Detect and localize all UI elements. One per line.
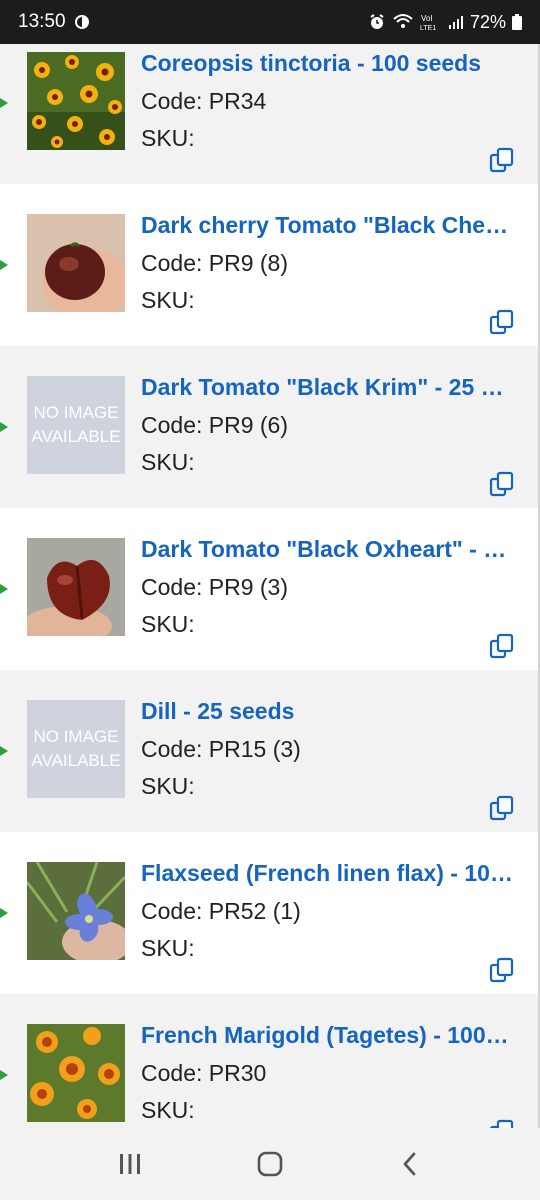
row-marker (0, 260, 8, 270)
back-icon[interactable] (380, 1134, 440, 1194)
home-icon[interactable] (240, 1134, 300, 1194)
copy-icon[interactable] (488, 632, 516, 660)
product-title[interactable]: Coreopsis tinctoria - 100 seeds (141, 50, 515, 77)
product-title[interactable]: Dark Tomato "Black Oxheart" - 25 seeds (141, 536, 515, 563)
product-row[interactable]: Flaxseed (French linen flax) - 100 seeds… (0, 832, 540, 994)
product-row[interactable]: French Marigold (Tagetes) - 100 seeds Co… (0, 994, 540, 1128)
alarm-icon (368, 13, 386, 31)
product-sku: SKU: (141, 611, 195, 637)
product-code: Code: PR34 (141, 88, 267, 114)
row-marker (0, 908, 8, 918)
volte-icon: VoI LTE1 (420, 13, 442, 31)
product-sku: SKU: (141, 935, 195, 961)
product-image-black-oxheart[interactable] (27, 538, 125, 636)
svg-text:LTE1: LTE1 (420, 25, 436, 31)
product-sku: SKU: (141, 125, 195, 151)
no-image-text: NO IMAGE (33, 727, 119, 746)
product-title[interactable]: French Marigold (Tagetes) - 100 seeds (141, 1022, 515, 1049)
product-image-flax[interactable] (27, 862, 125, 960)
product-list[interactable]: Coreopsis tinctoria - 100 seeds Code: PR… (0, 44, 540, 1128)
product-code: Code: PR52 (1) (141, 898, 301, 924)
product-row[interactable]: Coreopsis tinctoria - 100 seeds Code: PR… (0, 44, 540, 184)
recents-icon[interactable] (100, 1134, 160, 1194)
copy-icon[interactable] (488, 794, 516, 822)
product-code: Code: PR9 (6) (141, 412, 289, 438)
product-title[interactable]: Dill - 25 seeds (141, 698, 515, 725)
product-row[interactable]: NO IMAGE AVAILABLE Dill - 25 seeds Code:… (0, 670, 540, 832)
product-sku: SKU: (141, 287, 195, 313)
product-image-coreopsis[interactable] (27, 52, 125, 150)
no-image-text: NO IMAGE (33, 403, 119, 422)
row-marker (0, 422, 8, 432)
row-marker (0, 746, 8, 756)
product-title[interactable]: Dark cherry Tomato "Black Cherry" (141, 212, 515, 239)
no-image-text: AVAILABLE (31, 751, 121, 770)
row-marker (0, 1070, 8, 1080)
product-code: Code: PR9 (8) (141, 250, 289, 276)
product-row[interactable]: Dark cherry Tomato "Black Cherry" Code: … (0, 184, 540, 346)
no-image-text: AVAILABLE (31, 427, 121, 446)
product-title[interactable]: Dark Tomato "Black Krim" - 25 seeds (141, 374, 515, 401)
product-code: Code: PR30 (141, 1060, 267, 1086)
row-marker (0, 98, 8, 108)
product-sku: SKU: (141, 773, 195, 799)
dnd-icon (74, 14, 90, 30)
system-nav-bar (0, 1128, 540, 1200)
copy-icon[interactable] (488, 308, 516, 336)
product-image-black-cherry[interactable] (27, 214, 125, 312)
product-row[interactable]: NO IMAGE AVAILABLE Dark Tomato "Black Kr… (0, 346, 540, 508)
product-title[interactable]: Flaxseed (French linen flax) - 100 seeds (141, 860, 515, 887)
product-sku: SKU: (141, 1097, 195, 1123)
product-code: Code: PR15 (3) (141, 736, 301, 762)
signal-icon (448, 14, 464, 30)
product-code: Code: PR9 (3) (141, 574, 289, 600)
clock: 13:50 (18, 11, 66, 32)
product-image-marigold[interactable] (27, 1024, 125, 1122)
copy-icon[interactable] (488, 470, 516, 498)
no-image-placeholder[interactable]: NO IMAGE AVAILABLE (27, 700, 125, 798)
product-sku: SKU: (141, 449, 195, 475)
copy-icon[interactable] (488, 1118, 516, 1128)
row-marker (0, 584, 8, 594)
copy-icon[interactable] (488, 956, 516, 984)
battery-icon (512, 14, 522, 30)
battery-percent: 72% (469, 11, 506, 32)
copy-icon[interactable] (488, 146, 516, 174)
status-bar: 13:50 VoI LTE1 72% (0, 0, 540, 44)
no-image-placeholder[interactable]: NO IMAGE AVAILABLE (27, 376, 125, 474)
wifi-icon (392, 13, 414, 31)
svg-text:VoI: VoI (421, 14, 433, 23)
product-row[interactable]: Dark Tomato "Black Oxheart" - 25 seeds C… (0, 508, 540, 670)
